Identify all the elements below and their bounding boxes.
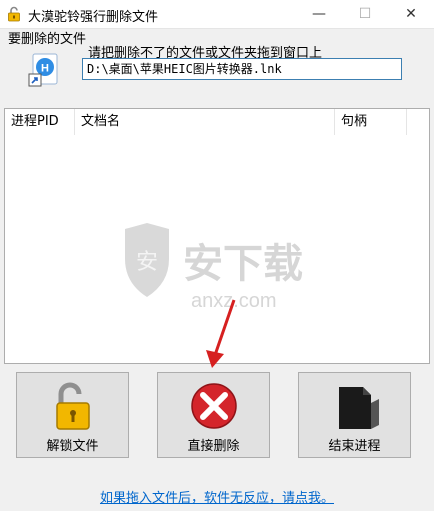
- shortcut-file-icon: H: [28, 53, 58, 87]
- svg-text:H: H: [41, 63, 49, 75]
- column-header-document[interactable]: 文档名: [75, 109, 335, 135]
- annotation-arrow: [206, 299, 236, 368]
- delete-directly-button[interactable]: 直接删除: [157, 372, 270, 458]
- watermark-brand: 安下载: [183, 241, 303, 287]
- close-button[interactable]: ✕: [388, 0, 434, 28]
- file-path-field[interactable]: D:\桌面\苹果HEIC图片转换器.lnk: [82, 58, 402, 80]
- unlock-file-button[interactable]: 解锁文件: [16, 372, 129, 458]
- section-label: 要删除的文件: [8, 32, 87, 47]
- list-header: 进程PID 文档名 句柄: [5, 109, 429, 135]
- help-link[interactable]: 如果拖入文件后，软件无反应，请点我。: [0, 487, 434, 506]
- window-title: 大漠驼铃强行删除文件: [28, 10, 159, 25]
- padlock-app-icon: [8, 6, 20, 22]
- red-x-icon: [191, 383, 237, 429]
- padlock-open-icon: [56, 382, 90, 430]
- minimize-button[interactable]: —: [296, 0, 342, 28]
- black-folder-icon: [339, 387, 379, 429]
- column-header-handle[interactable]: 句柄: [335, 109, 407, 135]
- end-process-label: 结束进程: [328, 439, 381, 454]
- svg-text:安: 安: [136, 250, 158, 275]
- unlock-file-label: 解锁文件: [46, 439, 99, 454]
- end-process-button[interactable]: 结束进程: [298, 372, 411, 458]
- maximize-button[interactable]: ☐: [342, 0, 388, 28]
- column-header-pid[interactable]: 进程PID: [5, 109, 75, 135]
- title-bar: 大漠驼铃强行删除文件 — ☐ ✕: [0, 0, 434, 29]
- delete-directly-label: 直接删除: [187, 439, 240, 454]
